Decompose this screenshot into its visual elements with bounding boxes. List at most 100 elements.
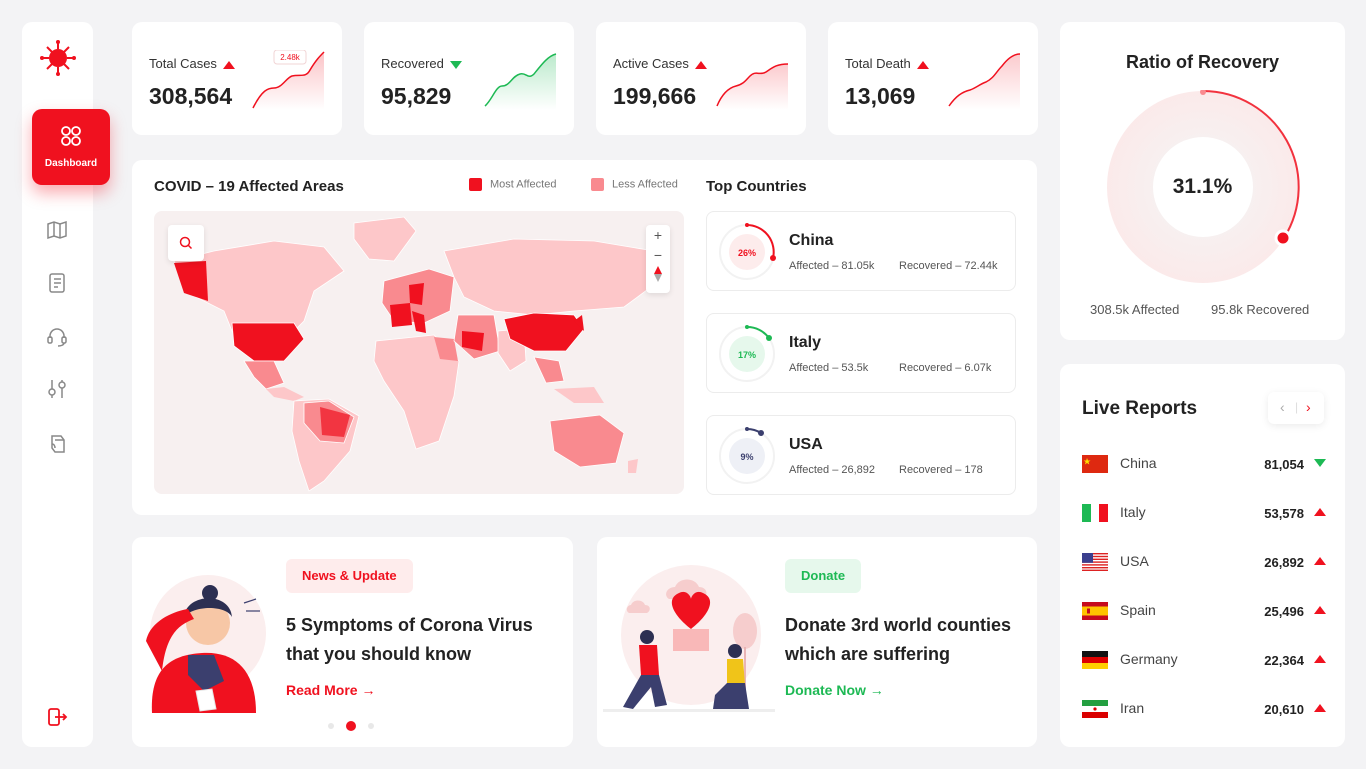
country-name: Germany [1120, 651, 1178, 667]
stat-value: 95,829 [381, 83, 452, 109]
live-reports-title: Live Reports [1082, 398, 1198, 419]
country-name: Italy [789, 334, 822, 351]
country-name: Spain [1120, 602, 1156, 618]
country-name: Iran [1120, 700, 1145, 716]
nav-dashboard-button[interactable]: Dashboard [32, 109, 110, 185]
document-icon[interactable] [46, 272, 68, 294]
logout-icon[interactable] [46, 706, 68, 728]
italy-flag-icon [1082, 504, 1108, 522]
legend-swatch [591, 178, 604, 191]
read-more-link[interactable]: Read More → [286, 682, 375, 698]
zoom-in-button[interactable]: + [646, 225, 670, 245]
country-recovered: Recovered – 178 [899, 464, 983, 476]
sliders-icon[interactable] [46, 378, 68, 400]
next-button[interactable]: › [1306, 399, 1311, 415]
search-icon [179, 236, 193, 250]
sick-person-illustration [146, 575, 266, 713]
stat-value: 13,069 [845, 83, 916, 109]
carousel-dot-active[interactable] [346, 720, 356, 731]
ratio-title: Ratio of Recovery [1125, 52, 1280, 72]
compass-button[interactable] [646, 265, 670, 285]
country-name: USA [1120, 553, 1149, 569]
ratio-of-recovery-card: Ratio of Recovery 31.1% 308.5k Affected … [1060, 22, 1345, 340]
trend-up-icon [1314, 704, 1326, 712]
news-title[interactable]: 5 Symptoms of Corona Virus that you shou… [286, 611, 546, 669]
top-country-card[interactable]: 9% USA Affected – 26,892 Recovered – 178 [706, 415, 1016, 495]
live-report-row[interactable]: Spain 25,496 [1082, 600, 1326, 622]
legend-less-affected: Less Affected [591, 178, 678, 191]
country-count: 22,364 [1264, 653, 1304, 668]
map-title: COVID – 19 Affected Areas [154, 178, 344, 195]
country-count: 81,054 [1264, 457, 1304, 472]
trend-down-icon [449, 60, 462, 69]
live-report-row[interactable]: Germany 22,364 [1082, 649, 1326, 671]
ratio-value: 31.1% [1172, 175, 1233, 198]
donate-badge[interactable]: Donate [785, 559, 862, 593]
trend-up-icon [1314, 606, 1326, 614]
trend-up-icon [222, 60, 235, 69]
trend-up-icon [1314, 655, 1326, 663]
stat-label: Recovered [381, 56, 444, 71]
donate-now-link[interactable]: Donate Now → [785, 682, 884, 698]
china-flag-icon [1082, 455, 1108, 473]
stat-card-recovered[interactable]: Recovered 95,829 [364, 22, 574, 135]
prev-button[interactable]: ‹ [1280, 399, 1285, 415]
country-name: Italy [1120, 504, 1146, 520]
pager-divider: | [1295, 400, 1299, 414]
carousel-dot[interactable] [328, 722, 334, 729]
live-report-row[interactable]: Italy 53,578 [1082, 502, 1326, 524]
sparkline-chart: 2.48k [252, 50, 325, 110]
stat-card-total-cases[interactable]: Total Cases 308,564 2.48k [132, 22, 342, 135]
carousel-dot[interactable] [368, 722, 374, 729]
world-map-graphic[interactable] [154, 211, 684, 494]
trend-up-icon [694, 60, 707, 69]
headset-icon[interactable] [46, 325, 68, 347]
virus-logo-icon[interactable] [40, 40, 76, 76]
iran-flag-icon [1082, 700, 1108, 718]
percent-ring: 9% [719, 427, 775, 484]
country-count: 25,496 [1264, 604, 1304, 619]
country-count: 20,610 [1264, 702, 1304, 717]
stat-label: Active Cases [613, 56, 689, 71]
hand-sanitizer-icon[interactable] [46, 432, 68, 454]
stat-card-total-death[interactable]: Total Death 13,069 [828, 22, 1038, 135]
country-recovered: Recovered – 6.07k [899, 362, 992, 374]
stat-value: 199,666 [613, 83, 697, 109]
news-card-symptoms[interactable]: News & Update 5 Symptoms of Corona Virus… [132, 537, 573, 747]
trend-up-icon [916, 60, 929, 69]
percent-ring: 26% [719, 223, 776, 280]
zoom-out-button[interactable]: − [646, 245, 670, 265]
country-count: 26,892 [1264, 555, 1304, 570]
percent-text: 26% [738, 248, 756, 258]
country-affected: Affected – 53.5k [789, 362, 869, 374]
live-report-row[interactable]: USA 26,892 [1082, 551, 1326, 573]
top-country-card[interactable]: 17% Italy Affected – 53.5k Recovered – 6… [706, 313, 1016, 393]
map-icon[interactable] [46, 219, 68, 241]
live-report-row[interactable]: China 81,054 [1082, 453, 1326, 475]
legend-swatch [469, 178, 482, 191]
affected-areas-card: COVID – 19 Affected Areas Most Affected … [132, 160, 1037, 515]
sparkline-chart [716, 63, 789, 110]
germany-flag-icon [1082, 651, 1108, 669]
top-country-card[interactable]: 26% China Affected – 81.05k Recovered – … [706, 211, 1016, 291]
news-card-donate[interactable]: Donate Donate 3rd world counties which a… [597, 537, 1037, 747]
country-affected: Affected – 81.05k [789, 260, 875, 272]
legend-label: Less Affected [612, 178, 678, 191]
donate-title[interactable]: Donate 3rd world counties which are suff… [785, 611, 1025, 669]
grid-icon [61, 126, 81, 146]
live-report-row[interactable]: Iran 20,610 [1082, 698, 1326, 720]
news-badge[interactable]: News & Update [286, 559, 413, 593]
world-map[interactable]: + − [154, 211, 684, 494]
stat-card-active-cases[interactable]: Active Cases 199,666 [596, 22, 806, 135]
map-search-button[interactable] [168, 225, 204, 261]
percent-text: 9% [740, 452, 753, 462]
stat-label: Total Death [845, 56, 911, 71]
country-name: China [789, 232, 834, 249]
nav-dashboard-label: Dashboard [44, 158, 98, 169]
spain-flag-icon [1082, 602, 1108, 620]
sparkline-tooltip: 2.48k [280, 53, 301, 62]
stat-value: 308,564 [149, 83, 233, 109]
trend-up-icon [1314, 508, 1326, 516]
donation-illustration [603, 565, 775, 712]
live-reports-card: Live Reports ‹ | › China 81,054 Italy 53… [1060, 364, 1345, 747]
